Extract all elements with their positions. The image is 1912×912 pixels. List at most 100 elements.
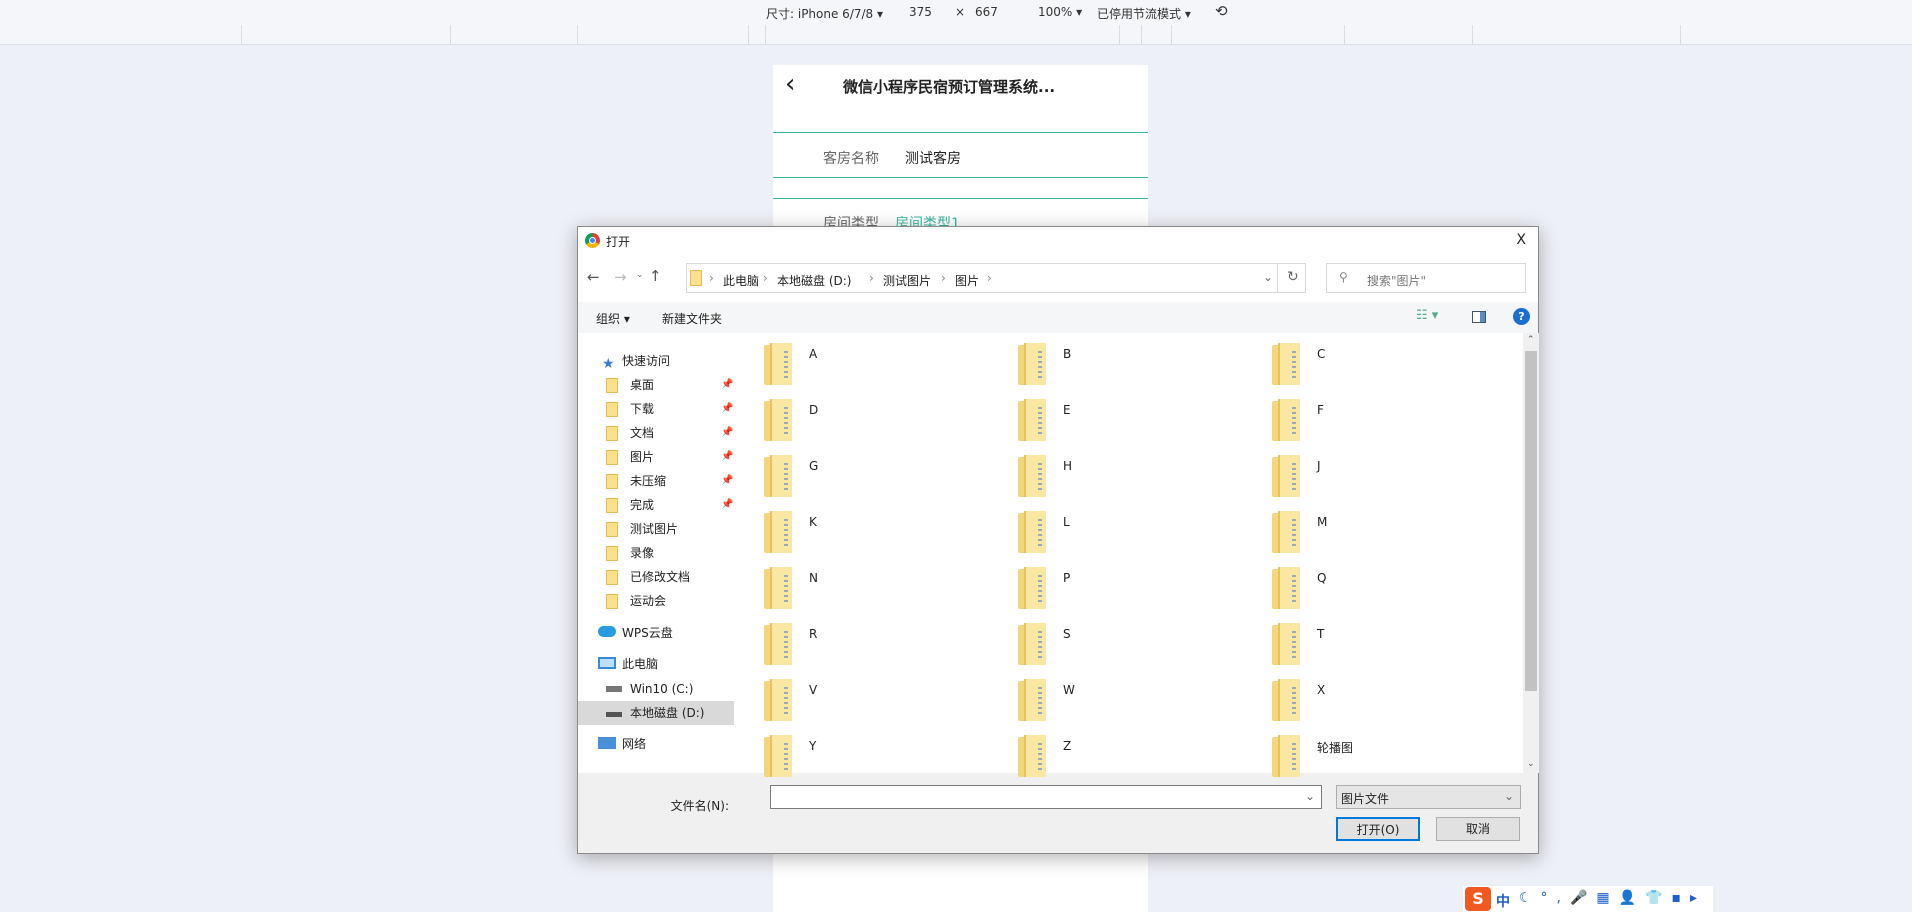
folder-item[interactable]: N [764,567,1004,617]
height-input[interactable]: 667 [975,5,998,19]
sidebar-item-quick[interactable]: 未压缩 📌 [606,469,734,493]
width-input[interactable]: 375 [909,5,932,19]
folder-item[interactable]: Z [1018,735,1258,785]
address-dropdown-icon[interactable]: ⌄ [1263,270,1273,284]
rotate-icon[interactable]: ⟲ [1215,2,1228,20]
sidebar-item-quick[interactable]: 已修改文档 [606,565,734,589]
sidebar-item-quick-access[interactable]: ★ 快速访问 [602,349,670,373]
folder-item[interactable]: S [1018,623,1258,673]
pin-icon[interactable]: 📌 [721,397,733,421]
cancel-button[interactable]: 取消 [1436,817,1520,841]
breadcrumb-item[interactable]: 图片 [955,272,979,289]
folder-item[interactable]: K [764,511,1004,561]
folder-name: Z [1063,739,1072,753]
folder-item[interactable]: M [1272,511,1512,561]
folder-item[interactable]: R [764,623,1004,673]
folder-icon [764,679,794,721]
organize-button[interactable]: 组织 ▾ [596,310,630,327]
preview-pane-icon[interactable] [1472,311,1486,323]
folder-icon [606,546,618,561]
pin-icon[interactable]: 📌 [721,373,733,397]
sidebar-item-quick[interactable]: 桌面 📌 [606,373,734,397]
breadcrumb-item[interactable]: 本地磁盘 (D:) [777,272,851,289]
folder-name: H [1063,459,1073,473]
folder-item[interactable]: J [1272,455,1512,505]
folder-name: L [1063,515,1070,529]
folder-icon [606,426,618,441]
folder-name: R [809,627,818,641]
view-options-icon[interactable]: ☷ ▾ [1416,308,1438,323]
device-select[interactable]: 尺寸: iPhone 6/7/8 ▾ [766,5,883,22]
folder-item[interactable]: G [764,455,1004,505]
folder-icon [606,402,618,417]
help-icon[interactable]: ? [1513,308,1530,325]
sidebar-item-quick[interactable]: 图片 📌 [606,445,734,469]
times-sign: × [955,5,966,19]
sidebar-item-quick[interactable]: 文档 📌 [606,421,734,445]
zoom-select[interactable]: 100% ▾ [1038,5,1082,19]
ime-tool-icons[interactable]: ☾°,🎤▦👤👕▪▸ [1519,890,1706,906]
folder-item[interactable]: V [764,679,1004,729]
folder-item[interactable]: Q [1272,567,1512,617]
back-arrow-icon[interactable]: ← [587,268,600,286]
sidebar-item-quick[interactable]: 测试图片 [606,517,734,541]
ime-mode-toggle[interactable]: 中 [1496,891,1510,911]
sidebar-item-this-pc[interactable]: 此电脑 [598,652,658,676]
folder-item[interactable]: Y [764,735,1004,785]
sogou-logo[interactable]: S [1465,887,1491,911]
folder-item[interactable]: W [1018,679,1258,729]
pin-icon[interactable]: 📌 [721,469,733,493]
folder-item[interactable]: B [1018,343,1258,393]
sidebar-item-drive-c[interactable]: Win10 (C:) [606,677,693,701]
filename-input[interactable]: ⌄ [770,785,1322,809]
sidebar-item-quick[interactable]: 下载 📌 [606,397,734,421]
room-name-input[interactable]: 测试客房 [905,148,961,168]
close-button[interactable]: X [1516,232,1526,248]
sidebar-item-label: 桌面 [630,378,655,392]
folder-icon [1018,343,1048,385]
recent-chevron-icon[interactable]: ⌄ [636,270,644,280]
folder-icon [1018,623,1048,665]
filetype-select[interactable]: 图片文件 ⌄ [1336,785,1521,809]
folder-item[interactable]: E [1018,399,1258,449]
search-input[interactable]: ⚲ 搜索"图片" [1326,263,1526,293]
new-folder-button[interactable]: 新建文件夹 [662,310,722,327]
breadcrumb-item[interactable]: 此电脑 [723,272,759,289]
pin-icon[interactable]: 📌 [721,445,733,469]
folder-icon [764,623,794,665]
folder-name: E [1063,403,1071,417]
sidebar-item-quick[interactable]: 完成 📌 [606,493,734,517]
up-arrow-icon[interactable]: ↑ [649,267,662,285]
folder-item[interactable]: X [1272,679,1512,729]
folder-icon [1272,343,1302,385]
forward-arrow-icon[interactable]: → [614,268,627,286]
address-bar[interactable]: › 此电脑 › 本地磁盘 (D:) › 测试图片 › 图片 › ⌄ ↻ [686,263,1306,293]
sidebar-item-wps[interactable]: WPS云盘 [598,621,673,645]
folder-icon [764,511,794,553]
folder-item[interactable]: A [764,343,1004,393]
folder-item[interactable]: H [1018,455,1258,505]
network-icon [598,737,616,749]
sidebar-item-quick[interactable]: 录像 [606,541,734,565]
sidebar-item-drive-d[interactable]: 本地磁盘 (D:) [578,701,734,725]
folder-icon [1018,567,1048,609]
folder-item[interactable]: 轮播图 [1272,735,1512,785]
sidebar-item-quick[interactable]: 运动会 [606,589,734,613]
throttle-select[interactable]: 已停用节流模式 ▾ [1097,5,1191,22]
folder-item[interactable]: T [1272,623,1512,673]
sidebar-item-network[interactable]: 网络 [598,732,646,756]
folder-item[interactable]: L [1018,511,1258,561]
folder-icon [1272,679,1302,721]
folder-item[interactable]: F [1272,399,1512,449]
breadcrumb-item[interactable]: 测试图片 [883,272,931,289]
refresh-icon[interactable]: ↻ [1287,269,1299,285]
back-button[interactable]: ‹ [785,69,795,99]
folder-icon [764,399,794,441]
pin-icon[interactable]: 📌 [721,421,733,445]
folder-item[interactable]: D [764,399,1004,449]
folder-item[interactable]: C [1272,343,1512,393]
open-button[interactable]: 打开(O) [1336,817,1420,841]
pin-icon[interactable]: 📌 [721,493,733,517]
vertical-scrollbar[interactable]: ⌃ ⌄ [1523,333,1539,773]
folder-item[interactable]: P [1018,567,1258,617]
